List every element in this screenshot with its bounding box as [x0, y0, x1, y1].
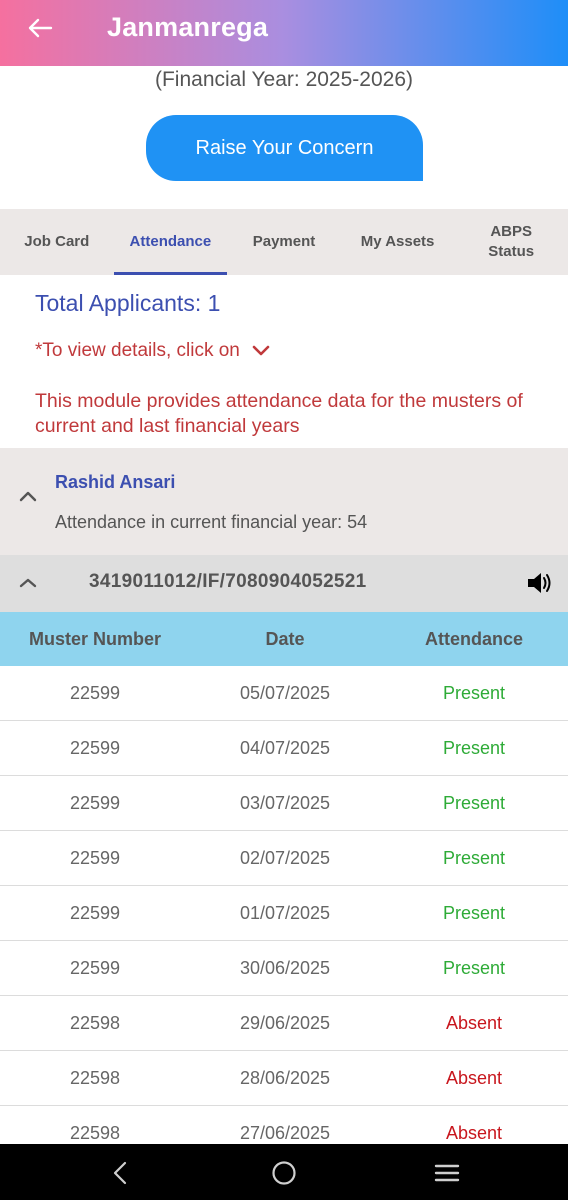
date-cell: 29/06/2025 [239, 1012, 331, 1033]
tab-abps-status-label: ABPS Status [488, 223, 535, 260]
tab-job-card[interactable]: Job Card [0, 209, 114, 275]
app-title: Janmanrega [107, 12, 269, 42]
table-header: Muster Number Date Attendance [0, 612, 568, 666]
attendance-status: Present [442, 957, 506, 978]
date-cell: 02/07/2025 [239, 847, 331, 868]
attendance-status: Present [442, 682, 506, 703]
system-nav-bar [0, 1144, 568, 1200]
job-card-id: 3419011012/IF/7080904052521 [89, 571, 367, 592]
applicant-name: Rashid Ansari [55, 472, 176, 492]
table-row: 22599 01/07/2025 Present [0, 886, 568, 941]
muster-number-cell: 22599 [69, 737, 121, 758]
tab-bar: Job Card Attendance Payment My Assets AB… [0, 209, 568, 275]
muster-number-cell: 22599 [69, 792, 121, 813]
tab-my-assets[interactable]: My Assets [341, 209, 455, 275]
muster-number-cell: 22599 [69, 847, 121, 868]
muster-number-cell: 22598 [69, 1012, 121, 1033]
attendance-status: Absent [445, 1012, 503, 1033]
tab-abps-status[interactable]: ABPS Status [454, 209, 568, 275]
muster-number-cell: 22599 [69, 682, 121, 703]
date-cell: 05/07/2025 [239, 682, 331, 703]
table-row: 22598 28/06/2025 Absent [0, 1051, 568, 1106]
attendance-status: Absent [445, 1122, 503, 1143]
raise-concern-button[interactable]: Raise Your Concern [146, 115, 423, 181]
hint-text: *To view details, click on [35, 340, 240, 361]
job-chevron-up-icon[interactable] [19, 575, 37, 593]
date-cell: 28/06/2025 [239, 1067, 331, 1088]
table-row: 22599 02/07/2025 Present [0, 831, 568, 886]
attendance-status: Present [442, 902, 506, 923]
date-cell: 03/07/2025 [239, 792, 331, 813]
view-details-hint: *To view details, click on [35, 340, 270, 362]
header-attendance: Attendance [424, 628, 523, 649]
muster-number-cell: 22599 [69, 957, 121, 978]
date-cell: 30/06/2025 [239, 957, 331, 978]
table-row: 22599 30/06/2025 Present [0, 941, 568, 996]
muster-number-cell: 22598 [69, 1122, 121, 1143]
muster-number-cell: 22598 [69, 1067, 121, 1088]
attendance-status: Present [442, 792, 506, 813]
header-date: Date [265, 628, 305, 649]
nav-back-icon[interactable] [107, 1160, 133, 1186]
nav-home-icon[interactable] [271, 1160, 297, 1186]
module-note: This module provides attendance data for… [35, 390, 523, 437]
applicant-attendance: Attendance in current financial year: 54 [55, 512, 368, 532]
speaker-icon[interactable] [526, 570, 554, 601]
tab-attendance[interactable]: Attendance [113, 209, 228, 275]
attendance-status: Present [442, 847, 506, 868]
table-row: 22598 29/06/2025 Absent [0, 996, 568, 1051]
nav-recents-icon[interactable] [434, 1160, 460, 1186]
date-cell: 04/07/2025 [239, 737, 331, 758]
muster-number-cell: 22599 [69, 902, 121, 923]
financial-year-label: (Financial Year: 2025-2026) [154, 68, 413, 91]
table-row: 22599 03/07/2025 Present [0, 776, 568, 831]
total-applicants: Total Applicants: 1 [35, 290, 221, 316]
date-cell: 27/06/2025 [239, 1122, 331, 1143]
attendance-table: 22599 05/07/2025 Present 22599 04/07/202… [0, 666, 568, 1161]
back-arrow-icon[interactable] [26, 14, 54, 42]
chevron-down-icon [252, 345, 270, 357]
chevron-up-icon[interactable] [19, 489, 37, 507]
table-row: 22599 04/07/2025 Present [0, 721, 568, 776]
tab-payment[interactable]: Payment [227, 209, 341, 275]
date-cell: 01/07/2025 [239, 902, 331, 923]
applicant-card[interactable] [0, 448, 568, 555]
attendance-status: Absent [445, 1067, 503, 1088]
header-muster-number: Muster Number [28, 628, 162, 649]
app-bar: Janmanrega [0, 0, 568, 66]
attendance-status: Present [442, 737, 506, 758]
table-row: 22599 05/07/2025 Present [0, 666, 568, 721]
